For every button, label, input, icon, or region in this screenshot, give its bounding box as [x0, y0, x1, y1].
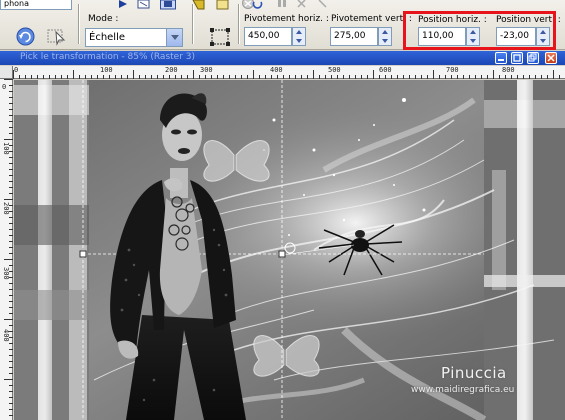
toolbar-separator — [238, 4, 240, 44]
ruler-corner — [0, 66, 13, 79]
cut-off-field[interactable]: phona — [0, 0, 72, 10]
mode-label: Mode : — [88, 14, 119, 24]
document-title: Pick le transformation - 85% (Raster 3) — [20, 52, 195, 62]
spin-down-icon[interactable] — [379, 37, 391, 45]
watermark-site: www.maidiregrafica.eu — [411, 385, 515, 395]
spin-up-icon[interactable] — [379, 28, 391, 36]
ruler-h-label: 100 — [100, 66, 113, 74]
mode-select-value: Échelle — [89, 32, 126, 43]
play-icon[interactable] — [118, 0, 128, 8]
watermark-name: Pinuccia — [441, 364, 507, 382]
pivot-horiz-spinner[interactable] — [292, 27, 306, 46]
ruler-h-label: 800 — [502, 66, 515, 74]
delete-icon[interactable] — [297, 0, 307, 10]
pause-icon[interactable] — [277, 0, 287, 10]
mode-select[interactable]: Échelle — [85, 28, 183, 47]
ruler-h-label: 200 — [165, 66, 178, 74]
chevron-down-icon[interactable] — [166, 29, 182, 46]
document-titlebar[interactable]: Pick le transformation - 85% (Raster 3) — [0, 51, 565, 65]
ruler-h-label: 300 — [200, 66, 213, 74]
close-button[interactable] — [545, 52, 557, 64]
select-node-icon[interactable] — [44, 26, 68, 47]
toolbar-separator — [192, 4, 194, 44]
image-canvas[interactable]: Pinuccia www.maidiregrafica.eu — [14, 80, 565, 420]
pivot-horiz-input[interactable]: 450,00 — [244, 27, 292, 46]
ruler-h-label: 600 — [379, 66, 392, 74]
pivot-horiz-label: Pivotement horiz. : — [244, 14, 329, 24]
rotate-icon[interactable] — [252, 0, 264, 10]
ruler-v-label: 0 — [2, 83, 7, 91]
ruler-v-label: 200 — [2, 202, 10, 215]
spin-up-icon[interactable] — [293, 28, 305, 36]
ruler-h-label: 500 — [328, 66, 341, 74]
transform-box-icon[interactable] — [209, 27, 231, 47]
ruler-v-label: 300 — [2, 267, 10, 280]
ruler-h-label: 0 — [14, 66, 19, 74]
highlight-annotation-box — [403, 11, 556, 50]
ruler-v-label: 400 — [2, 329, 10, 342]
toggle-panel-icon[interactable] — [160, 0, 176, 10]
tool-options-toolbar: phona Mode: Échelle Pivotement horiz.:… — [0, 0, 565, 50]
pivot-vert-spinner[interactable] — [378, 27, 392, 46]
toolbar-separator — [78, 4, 80, 44]
fill-object-icon[interactable] — [216, 0, 230, 10]
ruler-h-label: 400 — [270, 66, 283, 74]
app-window: phona Mode: Échelle Pivotement horiz.:… — [0, 0, 565, 420]
circular-arrow-icon[interactable] — [16, 27, 35, 46]
ruler-v-label: 100 — [2, 142, 10, 155]
arrow-shape-icon[interactable] — [192, 0, 206, 10]
reset-icon[interactable] — [318, 0, 328, 10]
pivot-vert-input[interactable]: 275,00 — [330, 27, 378, 46]
vertical-ruler[interactable]: 0 100 200 300 400 — [0, 79, 13, 420]
minimize-button[interactable] — [495, 52, 507, 64]
spin-down-icon[interactable] — [293, 37, 305, 45]
pivot-vert-label: Pivotement vert. : — [331, 14, 412, 24]
edit-document-icon[interactable] — [137, 0, 151, 9]
ruler-h-label: 700 — [446, 66, 459, 74]
restore-button[interactable] — [527, 52, 539, 64]
maximize-button[interactable] — [511, 52, 523, 64]
horizontal-ruler[interactable]: 0 100 200 300 400 500 600 700 800 — [13, 66, 565, 79]
